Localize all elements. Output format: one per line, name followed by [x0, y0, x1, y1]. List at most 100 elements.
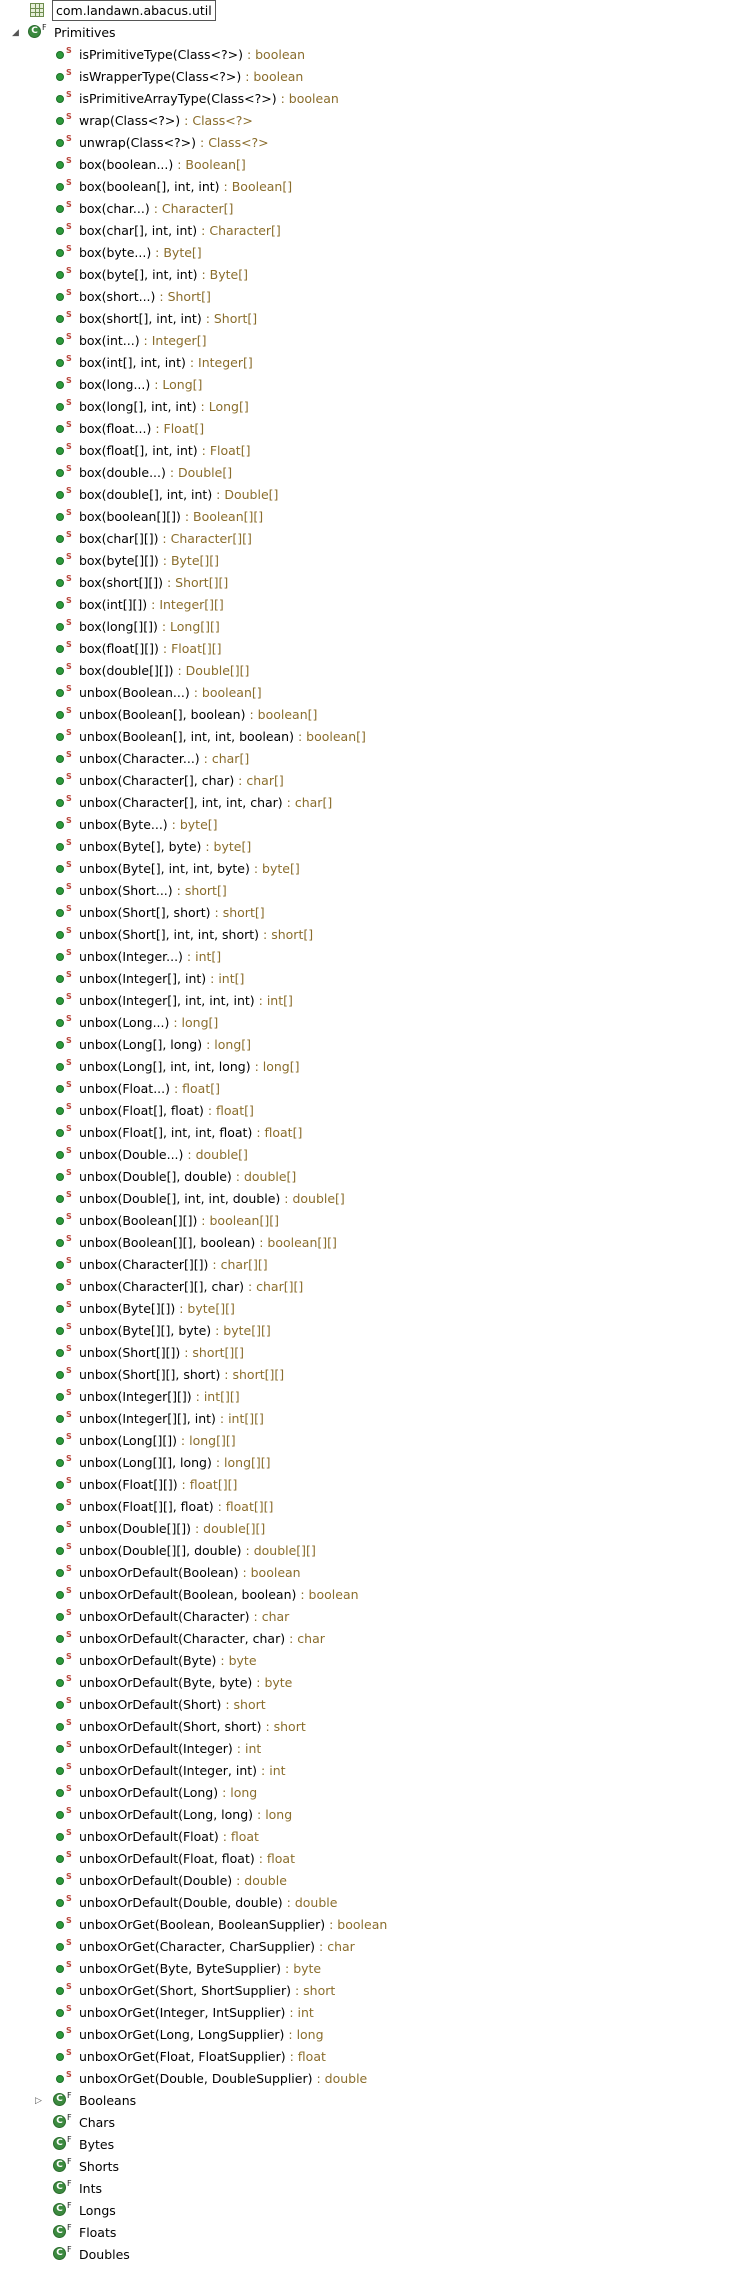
- method-row[interactable]: Sbox(double[][]) : Double[][]: [0, 660, 736, 682]
- method-row[interactable]: Sbox(char[], int, int) : Character[]: [0, 220, 736, 242]
- method-row[interactable]: Sbox(int[], int, int) : Integer[]: [0, 352, 736, 374]
- method-row[interactable]: Sunbox(Long[][], long) : long[][]: [0, 1452, 736, 1474]
- method-row[interactable]: Sbox(byte...) : Byte[]: [0, 242, 736, 264]
- method-row[interactable]: Sunbox(Double[], double) : double[]: [0, 1166, 736, 1188]
- method-row[interactable]: Sunbox(Double[][], double) : double[][]: [0, 1540, 736, 1562]
- collapse-toggle-icon[interactable]: ◢: [11, 29, 20, 38]
- method-row[interactable]: Sunbox(Boolean...) : boolean[]: [0, 682, 736, 704]
- nested-class-row[interactable]: C F Bytes: [0, 2134, 736, 2156]
- method-row[interactable]: Sunbox(Double[], int, int, double) : dou…: [0, 1188, 736, 1210]
- method-row[interactable]: Sunbox(Short[][]) : short[][]: [0, 1342, 736, 1364]
- method-row[interactable]: Sbox(byte[][]) : Byte[][]: [0, 550, 736, 572]
- method-row[interactable]: Sunbox(Short[], int, int, short) : short…: [0, 924, 736, 946]
- method-row[interactable]: Sbox(float...) : Float[]: [0, 418, 736, 440]
- method-row[interactable]: Sbox(double...) : Double[]: [0, 462, 736, 484]
- method-row[interactable]: Sunbox(Boolean[][]) : boolean[][]: [0, 1210, 736, 1232]
- method-row[interactable]: SunboxOrDefault(Double, double) : double: [0, 1892, 736, 1914]
- method-row[interactable]: SunboxOrDefault(Short, short) : short: [0, 1716, 736, 1738]
- method-row[interactable]: Sunbox(Boolean[], int, int, boolean) : b…: [0, 726, 736, 748]
- method-row[interactable]: Sunbox(Float[][], float) : float[][]: [0, 1496, 736, 1518]
- method-row[interactable]: SunboxOrGet(Boolean, BooleanSupplier) : …: [0, 1914, 736, 1936]
- method-row[interactable]: Sbox(float[][]) : Float[][]: [0, 638, 736, 660]
- nested-class-row[interactable]: C F Shorts: [0, 2156, 736, 2178]
- method-row[interactable]: SisPrimitiveType(Class<?>) : boolean: [0, 44, 736, 66]
- method-row[interactable]: Sbox(short...) : Short[]: [0, 286, 736, 308]
- method-row[interactable]: Sunbox(Boolean[], boolean) : boolean[]: [0, 704, 736, 726]
- method-row[interactable]: SunboxOrDefault(Boolean, boolean) : bool…: [0, 1584, 736, 1606]
- nested-class-row[interactable]: C F Ints: [0, 2178, 736, 2200]
- expand-toggle-icon[interactable]: [34, 2185, 43, 2194]
- method-row[interactable]: SunboxOrDefault(Boolean) : boolean: [0, 1562, 736, 1584]
- method-row[interactable]: Sbox(int[][]) : Integer[][]: [0, 594, 736, 616]
- expand-toggle-icon[interactable]: [34, 2207, 43, 2216]
- method-row[interactable]: Sbox(boolean...) : Boolean[]: [0, 154, 736, 176]
- nested-class-row[interactable]: ▷ C F Booleans: [0, 2090, 736, 2112]
- method-row[interactable]: Sunbox(Integer[], int) : int[]: [0, 968, 736, 990]
- method-row[interactable]: Sunbox(Boolean[][], boolean) : boolean[]…: [0, 1232, 736, 1254]
- method-row[interactable]: Sunbox(Character[], int, int, char) : ch…: [0, 792, 736, 814]
- method-row[interactable]: Sunbox(Integer[][]) : int[][]: [0, 1386, 736, 1408]
- method-row[interactable]: Sunbox(Short...) : short[]: [0, 880, 736, 902]
- method-row[interactable]: SunboxOrGet(Long, LongSupplier) : long: [0, 2024, 736, 2046]
- method-row[interactable]: Sunbox(Byte[], byte) : byte[]: [0, 836, 736, 858]
- method-row[interactable]: Sbox(char[][]) : Character[][]: [0, 528, 736, 550]
- method-row[interactable]: Sunbox(Byte[][], byte) : byte[][]: [0, 1320, 736, 1342]
- method-row[interactable]: SisPrimitiveArrayType(Class<?>) : boolea…: [0, 88, 736, 110]
- method-row[interactable]: Sunbox(Character[][]) : char[][]: [0, 1254, 736, 1276]
- method-row[interactable]: SunboxOrGet(Character, CharSupplier) : c…: [0, 1936, 736, 1958]
- method-row[interactable]: SunboxOrDefault(Float) : float: [0, 1826, 736, 1848]
- method-row[interactable]: Sbox(byte[], int, int) : Byte[]: [0, 264, 736, 286]
- method-row[interactable]: SunboxOrDefault(Character) : char: [0, 1606, 736, 1628]
- method-row[interactable]: SunboxOrDefault(Long) : long: [0, 1782, 736, 1804]
- nested-class-row[interactable]: C F Doubles: [0, 2244, 736, 2266]
- method-row[interactable]: Sunbox(Integer[][], int) : int[][]: [0, 1408, 736, 1430]
- method-row[interactable]: Sunbox(Long...) : long[]: [0, 1012, 736, 1034]
- method-row[interactable]: Sunbox(Long[][]) : long[][]: [0, 1430, 736, 1452]
- method-row[interactable]: Sbox(short[][]) : Short[][]: [0, 572, 736, 594]
- method-row[interactable]: Sunbox(Byte[][]) : byte[][]: [0, 1298, 736, 1320]
- method-row[interactable]: SisWrapperType(Class<?>) : boolean: [0, 66, 736, 88]
- method-row[interactable]: Sunbox(Double[][]) : double[][]: [0, 1518, 736, 1540]
- method-row[interactable]: SunboxOrDefault(Float, float) : float: [0, 1848, 736, 1870]
- method-row[interactable]: Sunbox(Float[], int, int, float) : float…: [0, 1122, 736, 1144]
- method-row[interactable]: Sunbox(Character[], char) : char[]: [0, 770, 736, 792]
- method-row[interactable]: Sunbox(Float[][]) : float[][]: [0, 1474, 736, 1496]
- method-row[interactable]: Sbox(char...) : Character[]: [0, 198, 736, 220]
- method-row[interactable]: Sbox(long...) : Long[]: [0, 374, 736, 396]
- method-row[interactable]: SunboxOrDefault(Byte, byte) : byte: [0, 1672, 736, 1694]
- method-row[interactable]: Sbox(float[], int, int) : Float[]: [0, 440, 736, 462]
- expand-toggle-icon[interactable]: [34, 2119, 43, 2128]
- method-row[interactable]: Sbox(short[], int, int) : Short[]: [0, 308, 736, 330]
- method-row[interactable]: Sunbox(Double...) : double[]: [0, 1144, 736, 1166]
- nested-class-row[interactable]: C F Floats: [0, 2222, 736, 2244]
- method-row[interactable]: Sunbox(Float...) : float[]: [0, 1078, 736, 1100]
- expand-toggle-icon[interactable]: [34, 2251, 43, 2260]
- expand-toggle-icon[interactable]: ▷: [34, 2097, 43, 2106]
- method-row[interactable]: Sunwrap(Class<?>) : Class<?>: [0, 132, 736, 154]
- method-row[interactable]: SunboxOrDefault(Short) : short: [0, 1694, 736, 1716]
- method-row[interactable]: Sunbox(Byte[], int, int, byte) : byte[]: [0, 858, 736, 880]
- method-row[interactable]: Sunbox(Character...) : char[]: [0, 748, 736, 770]
- method-row[interactable]: SunboxOrGet(Integer, IntSupplier) : int: [0, 2002, 736, 2024]
- method-row[interactable]: Sunbox(Short[], short) : short[]: [0, 902, 736, 924]
- method-row[interactable]: SunboxOrDefault(Double) : double: [0, 1870, 736, 1892]
- expand-toggle-icon[interactable]: [34, 2229, 43, 2238]
- method-row[interactable]: Sbox(boolean[][]) : Boolean[][]: [0, 506, 736, 528]
- expand-toggle-icon[interactable]: [34, 2163, 43, 2172]
- method-row[interactable]: SunboxOrDefault(Long, long) : long: [0, 1804, 736, 1826]
- method-row[interactable]: Sunbox(Long[], int, int, long) : long[]: [0, 1056, 736, 1078]
- nested-class-row[interactable]: C F Chars: [0, 2112, 736, 2134]
- nested-class-row[interactable]: C F Longs: [0, 2200, 736, 2222]
- method-row[interactable]: SunboxOrDefault(Byte) : byte: [0, 1650, 736, 1672]
- method-row[interactable]: Sunbox(Short[][], short) : short[][]: [0, 1364, 736, 1386]
- method-row[interactable]: SunboxOrGet(Short, ShortSupplier) : shor…: [0, 1980, 736, 2002]
- package-row[interactable]: com.landawn.abacus.util: [0, 0, 736, 22]
- method-row[interactable]: Sbox(long[][]) : Long[][]: [0, 616, 736, 638]
- method-row[interactable]: SunboxOrGet(Byte, ByteSupplier) : byte: [0, 1958, 736, 1980]
- expand-toggle-icon[interactable]: [34, 2141, 43, 2150]
- method-row[interactable]: Sbox(int...) : Integer[]: [0, 330, 736, 352]
- method-row[interactable]: SunboxOrDefault(Integer, int) : int: [0, 1760, 736, 1782]
- method-row[interactable]: Sunbox(Integer[], int, int, int) : int[]: [0, 990, 736, 1012]
- method-row[interactable]: SunboxOrDefault(Character, char) : char: [0, 1628, 736, 1650]
- method-row[interactable]: Sunbox(Integer...) : int[]: [0, 946, 736, 968]
